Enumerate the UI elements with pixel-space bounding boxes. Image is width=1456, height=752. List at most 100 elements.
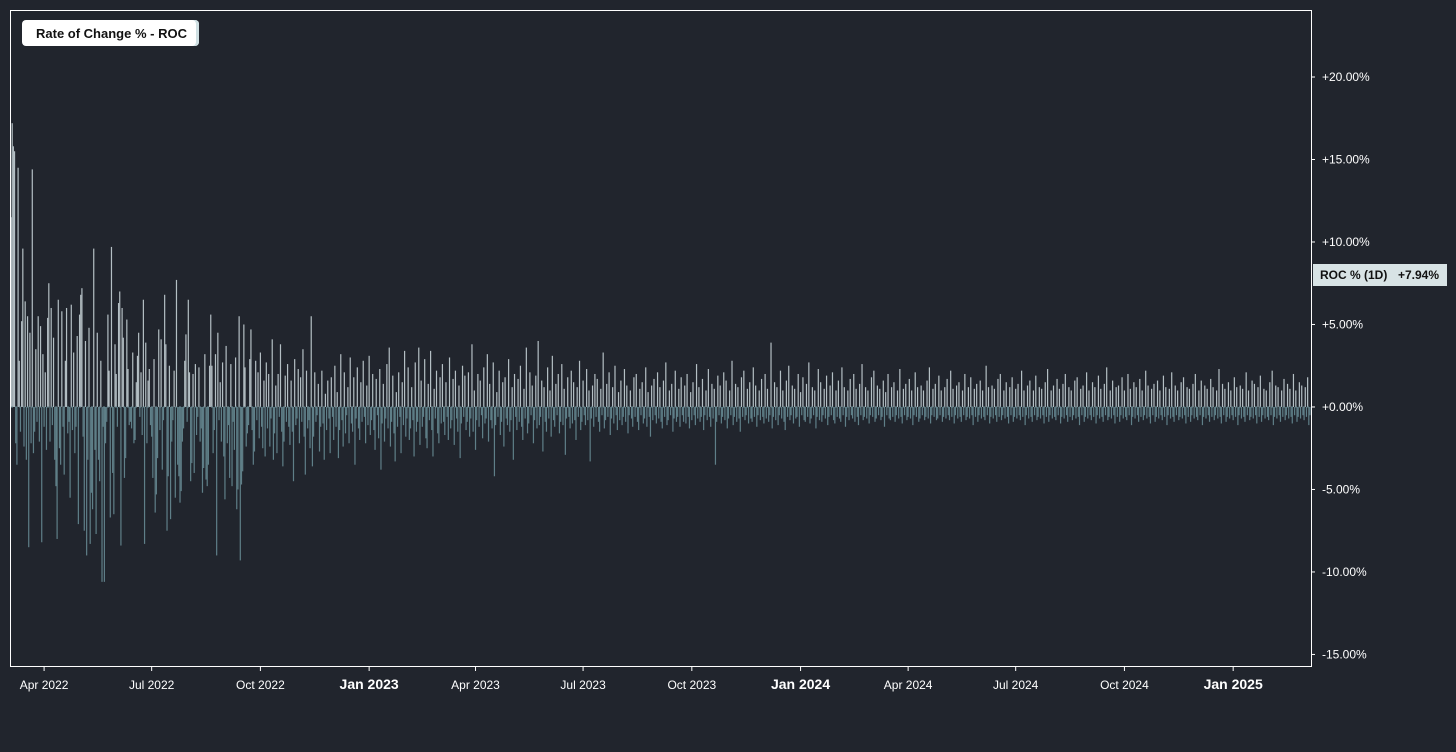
roc-bar [790,406,792,416]
roc-bar [919,406,921,419]
roc-bar [143,406,146,544]
roc-bar [729,390,731,407]
roc-bar [984,406,986,421]
roc-bar [1305,406,1308,417]
roc-bar [604,406,607,421]
roc-bar [1018,406,1020,416]
roc-bar [195,406,198,436]
roc-bar [346,406,348,416]
roc-bar [166,406,168,531]
roc-bar [525,347,527,407]
roc-bar [1080,388,1082,407]
roc-bar [203,406,205,469]
roc-bar [608,372,610,407]
roc-bar [612,387,614,407]
roc-bar [848,406,850,421]
roc-bar [948,406,951,421]
roc-bar [434,406,436,419]
roc-bar [201,406,204,493]
roc-bar [1081,406,1083,416]
roc-bar [62,406,64,427]
roc-bar [555,383,557,407]
roc-bar [1071,406,1074,421]
roc-bar [712,406,714,419]
roc-bar [343,372,345,407]
roc-bar [587,406,589,421]
roc-bar [700,406,702,417]
roc-bar [200,406,202,429]
roc-bar [181,406,183,442]
roc-bar [82,406,84,437]
roc-bar [941,406,943,422]
roc-bar [1258,406,1260,417]
roc-bar [978,406,980,416]
roc-bar [482,406,484,439]
roc-bar [411,387,413,407]
roc-bar [223,406,225,457]
roc-bar [71,406,74,431]
roc-bar [705,390,707,407]
roc-bar [990,406,992,417]
roc-bar [1154,406,1156,422]
roc-bar [74,406,76,454]
roc-bar [24,301,26,407]
roc-bar [862,406,864,421]
roc-bar [348,406,350,444]
roc-bar [512,406,514,460]
roc-bar [1285,406,1287,416]
roc-bar [35,349,37,407]
roc-bar [1263,388,1265,407]
roc-bar [1012,406,1014,422]
roc-bar [1185,406,1187,424]
roc-bar [247,406,250,426]
roc-bar [562,406,564,426]
roc-bar [214,354,217,407]
roc-bar [1192,383,1194,407]
roc-bar [140,372,142,407]
roc-bar [155,406,157,495]
roc-bar [1247,390,1250,407]
roc-bar [778,406,780,416]
roc-bar [437,406,439,434]
roc-bar [521,406,523,427]
roc-bar [22,248,24,407]
roc-bar [175,279,178,407]
roc-bar [955,385,958,407]
roc-bar [138,332,140,407]
roc-bar [178,406,180,477]
roc-bar [571,406,574,424]
roc-bar [1069,406,1071,417]
roc-bar [1208,406,1211,422]
roc-bar [887,373,889,407]
roc-bar [1161,406,1163,421]
roc-bar [495,406,497,426]
roc-bar [727,406,730,419]
roc-bar [684,385,686,407]
roc-bar [1242,388,1244,407]
roc-bar [320,406,322,427]
roc-bar [1055,406,1057,421]
roc-bar [1019,406,1022,421]
roc-bar [894,406,896,422]
roc-bar [1266,406,1269,417]
roc-bar [1047,369,1049,407]
roc-bar [386,364,388,407]
roc-bar [523,388,525,407]
roc-bar [740,377,743,407]
roc-bar [945,406,947,419]
roc-bar [987,387,990,407]
roc-bar [296,406,298,419]
roc-bar [1003,390,1005,407]
roc-bar [1073,406,1075,416]
roc-bar [1096,406,1098,416]
roc-bar [132,352,134,407]
roc-bar [895,406,897,416]
roc-bar [11,123,13,407]
roc-bar [180,406,182,492]
indicator-legend[interactable]: Rate of Change % - ROC [22,20,199,46]
roc-bar [38,406,40,442]
roc-bar [205,406,207,480]
roc-bar [971,406,973,416]
roc-bar [41,406,43,543]
roc-bar [1302,406,1304,416]
